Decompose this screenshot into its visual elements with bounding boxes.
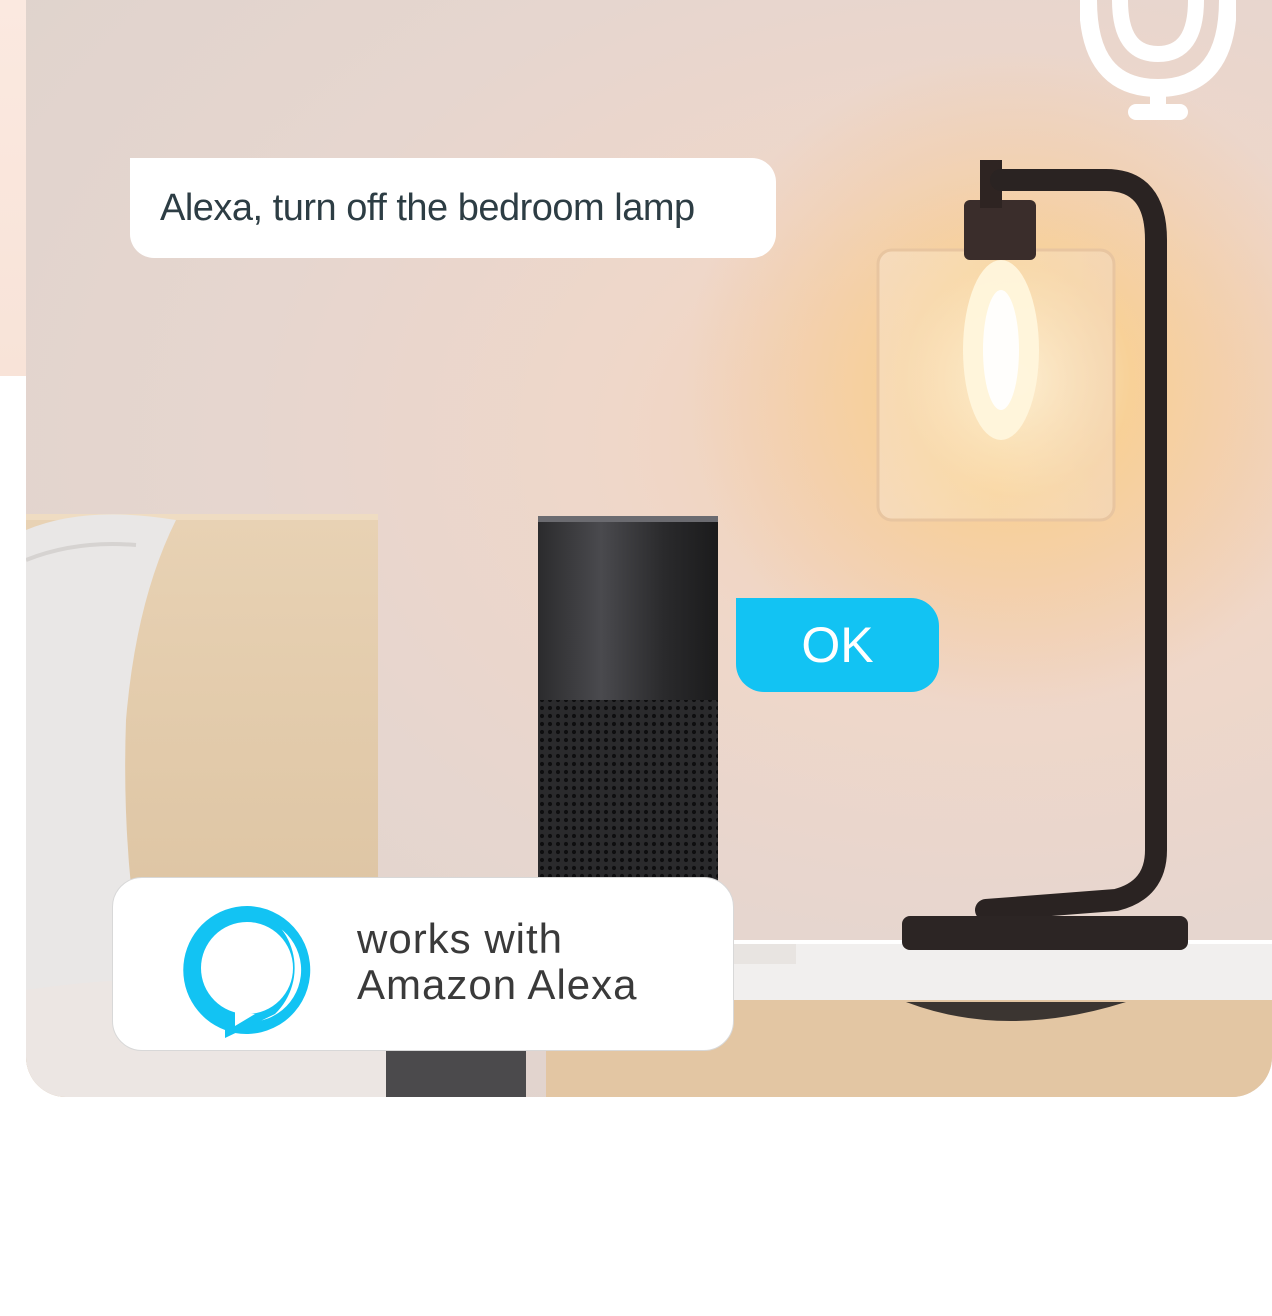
reply-text: OK — [801, 617, 874, 673]
works-with-alexa-badge: works with Amazon Alexa — [112, 877, 734, 1051]
voice-command-text: Alexa, turn off the bedroom lamp — [160, 186, 695, 229]
voice-command-bubble: Alexa, turn off the bedroom lamp — [130, 158, 776, 258]
badge-line-2: Amazon Alexa — [357, 961, 638, 1008]
badge-text: works with Amazon Alexa — [357, 916, 638, 1008]
bedroom-scene-photo: Alexa, turn off the bedroom lamp OK work… — [26, 0, 1272, 1097]
badge-line-1: works with — [357, 915, 564, 962]
microphone-icon — [1080, 0, 1236, 120]
decorative-strip — [0, 0, 26, 376]
reply-bubble: OK — [736, 598, 939, 692]
alexa-logo-icon — [183, 906, 311, 1038]
